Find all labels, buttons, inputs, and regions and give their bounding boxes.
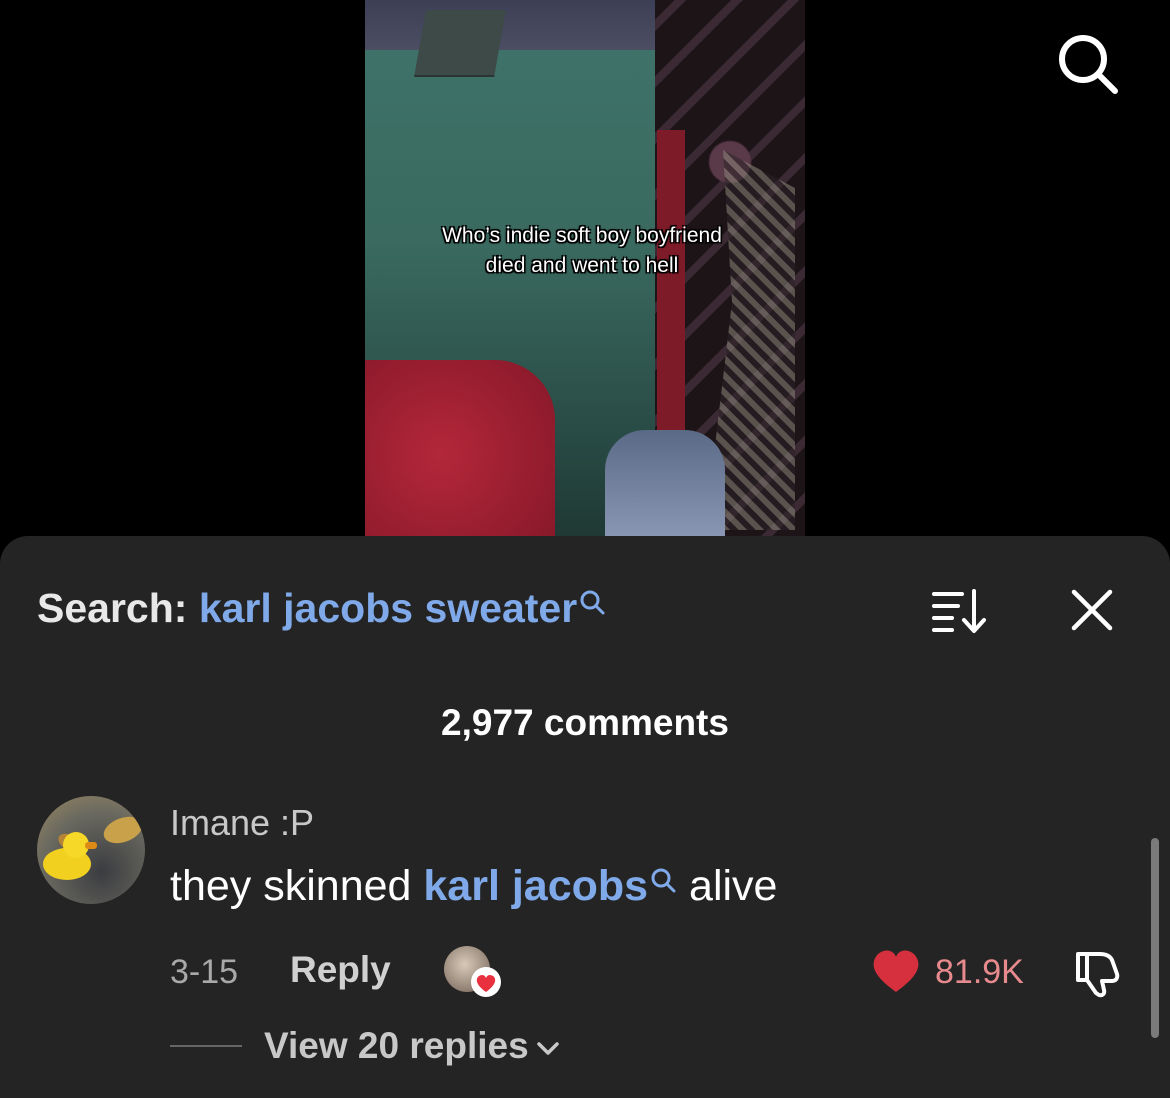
like-count: 81.9K — [935, 953, 1024, 991]
avatar[interactable] — [37, 796, 145, 904]
comment-text-after: alive — [689, 862, 778, 910]
search-icon[interactable] — [1052, 28, 1122, 98]
comment-text-before: they skinned — [170, 862, 412, 910]
search-label: Search: — [37, 585, 188, 631]
comment-date: 3-15 — [170, 953, 239, 991]
comment-count: 2,977 comments — [441, 702, 729, 743]
video-collar — [365, 0, 665, 50]
avatar-duck-beak — [85, 842, 97, 849]
heart-icon — [471, 967, 501, 997]
replies-divider — [170, 1045, 242, 1047]
comment-username[interactable]: Imane :P — [170, 802, 314, 844]
chevron-down-icon — [536, 1042, 559, 1055]
search-term[interactable]: karl jacobs sweater — [199, 585, 577, 631]
heart-icon[interactable] — [870, 948, 922, 994]
search-icon — [580, 590, 605, 615]
video-caption: Who’s indie soft boy boyfriend died and … — [442, 224, 722, 277]
comment-search-link[interactable]: karl jacobs — [423, 862, 677, 910]
scrollbar[interactable] — [1151, 838, 1159, 1038]
close-icon[interactable] — [1068, 586, 1116, 634]
dislike-icon[interactable] — [1070, 946, 1124, 998]
comment-link-text[interactable]: karl jacobs — [423, 862, 648, 910]
view-replies-label[interactable]: View 20 replies — [264, 1025, 529, 1066]
video-floor — [605, 430, 725, 540]
video-sweater-red — [365, 360, 555, 540]
reply-button[interactable]: Reply — [290, 948, 391, 992]
search-suggestion[interactable]: Search: karl jacobs sweater — [37, 582, 606, 634]
video-collar-patch — [414, 10, 506, 77]
search-icon — [651, 868, 676, 893]
comment-text: they skinned karl jacobs alive — [170, 860, 777, 912]
sort-icon[interactable] — [930, 585, 988, 635]
view-replies-button[interactable]: View 20 replies — [264, 1024, 563, 1068]
